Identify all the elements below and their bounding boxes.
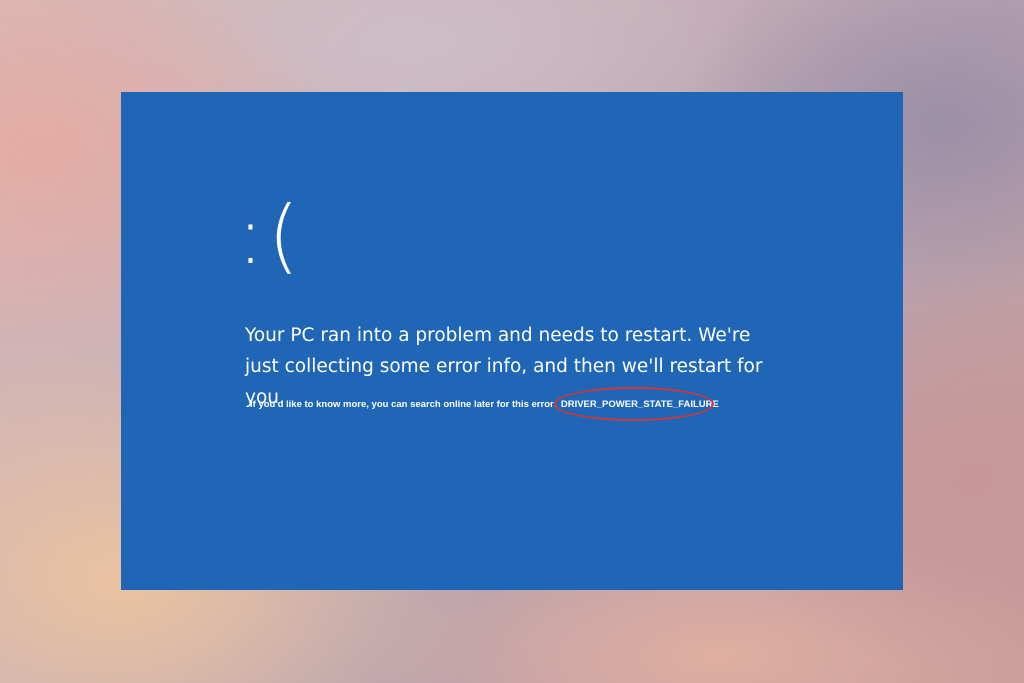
stop-code: DRIVER_POWER_STATE_FAILURE	[560, 399, 719, 410]
more-info-text: If you'd like to know more, you can sear…	[250, 399, 557, 410]
sad-face-emoticon: :(	[237, 189, 304, 282]
blue-screen-panel: :( Your PC ran into a problem and needs …	[121, 92, 903, 590]
stop-code-wrapper: DRIVER_POWER_STATE_FAILURE	[553, 387, 719, 421]
more-info-line: If you'd like to know more, you can sear…	[250, 387, 719, 421]
